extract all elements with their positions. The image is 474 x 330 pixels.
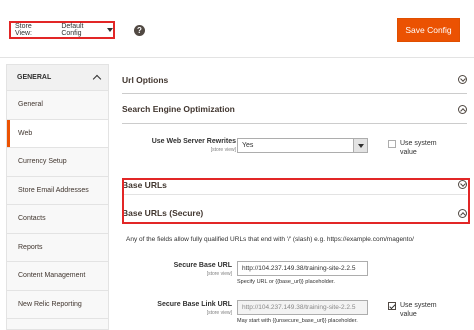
secure-link-url-scope: [store view] [206,310,232,316]
section-title: Url Options [122,74,169,85]
scope-switcher[interactable]: Store View: Default Config [9,21,115,39]
secure-link-url-input[interactable]: http://104.237.149.38/training-site-2.2.… [237,300,368,315]
secure-info-text: Any of the fields allow fully qualified … [126,236,414,243]
section-title: Search Engine Optimization [122,104,235,114]
rewrites-select[interactable]: Yes [237,138,368,153]
sidebar-group-label: GENERAL [17,74,52,81]
secure-base-url-input[interactable]: http://104.237.149.38/training-site-2.2.… [237,261,368,276]
sidebar-item-general[interactable]: General [7,91,108,120]
rewrites-label: Use Web Server Rewrites [151,138,236,145]
rewrites-value: Yes [242,142,254,149]
help-icon[interactable]: ? [134,25,145,36]
rewrites-use-system-label: Use system value [400,140,437,156]
sidebar-item-content-management[interactable]: Content Management [7,262,108,291]
section-url-options[interactable]: Url Options [122,66,467,94]
secure-base-url-label: Secure Base URL [173,262,232,269]
section-seo[interactable]: Search Engine Optimization [122,95,467,124]
chevron-down-icon [353,139,367,152]
sidebar-item-new-relic-reporting[interactable]: New Relic Reporting [7,291,108,319]
sidebar-item-store-email-addresses[interactable]: Store Email Addresses [7,177,108,205]
save-config-button[interactable]: Save Config [397,18,460,42]
sidebar-item-web[interactable]: Web [7,119,108,148]
rewrites-use-system-checkbox[interactable] [388,140,396,148]
secure-link-url-hint: May start with {{unsecure_base_url}} pla… [237,318,358,324]
link-url-use-system-checkbox[interactable] [388,302,396,310]
config-sidebar: GENERAL General Web Currency Setup Store… [6,64,109,330]
expand-icon [458,75,467,84]
sidebar-item-reports[interactable]: Reports [7,234,108,262]
chevron-up-icon [92,74,102,84]
scope-dropdown[interactable]: Default Config [61,23,113,37]
secure-link-url-label: Secure Base Link URL [157,301,232,308]
secure-base-url-hint: Specify URL or {{base_url}} placeholder. [237,279,335,285]
scope-label: Store View: [15,23,32,37]
highlight-box [122,178,470,224]
scope-value: Default Config [61,23,84,37]
rewrites-scope: [store view] [210,147,236,153]
link-url-use-system-label: Use system value [400,302,437,318]
page-actions-bar: Store View: Default Config ? Save Config [0,0,474,58]
sidebar-item-contacts[interactable]: Contacts [7,205,108,234]
collapse-icon [458,104,467,114]
caret-down-icon [107,28,113,32]
secure-base-url-scope: [store view] [206,271,232,277]
sidebar-group-general[interactable]: GENERAL [7,64,108,91]
sidebar-item-currency-setup[interactable]: Currency Setup [7,148,108,177]
